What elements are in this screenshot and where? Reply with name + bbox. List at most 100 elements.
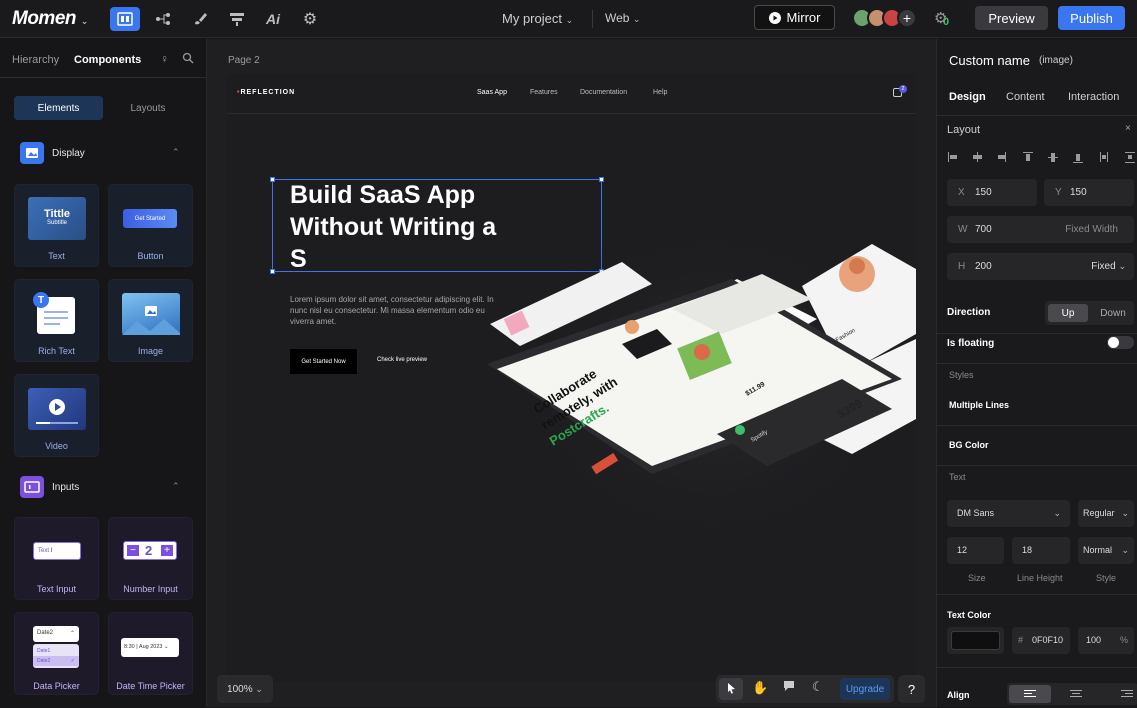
align-left-icon[interactable] bbox=[1009, 685, 1051, 703]
layout-icon[interactable] bbox=[110, 7, 140, 31]
card-label: Text bbox=[48, 251, 65, 261]
divider bbox=[592, 10, 593, 28]
gear-icon[interactable]: ⚙ bbox=[295, 7, 325, 31]
logo-chevron-icon: ⌄ bbox=[80, 16, 89, 26]
component-card-data-picker[interactable]: Date2 ⌃ Date1 Date2 ✓ Data Picker bbox=[14, 612, 99, 695]
collapse-chevron-icon[interactable]: ⌃ bbox=[172, 147, 180, 158]
tab-interaction[interactable]: Interaction bbox=[1068, 91, 1119, 103]
help-button[interactable]: ? bbox=[898, 675, 925, 703]
site-nav-documentation[interactable]: Documentation bbox=[580, 89, 627, 96]
comment-tool-icon[interactable] bbox=[782, 679, 796, 698]
direction-down-option[interactable]: Down bbox=[1093, 304, 1133, 322]
card-label: Date Time Picker bbox=[116, 681, 185, 691]
search-icon[interactable] bbox=[182, 52, 194, 67]
data-picker-options: Date1 Date2 ✓ bbox=[33, 644, 79, 668]
brush-icon[interactable] bbox=[185, 7, 215, 31]
color-swatch[interactable] bbox=[951, 631, 1000, 650]
dark-mode-icon[interactable]: ☾ bbox=[812, 679, 824, 695]
hierarchy-icon[interactable] bbox=[148, 7, 178, 31]
component-card-text[interactable]: Tittle Subtitle Text bbox=[14, 184, 99, 267]
inputs-section-icon bbox=[20, 476, 44, 498]
site-nav-help[interactable]: Help bbox=[653, 89, 667, 96]
bg-color-label[interactable]: BG Color bbox=[949, 440, 989, 450]
play-icon bbox=[768, 11, 781, 24]
hero-paragraph[interactable]: Lorem ipsum dolor sit amet, consectetur … bbox=[290, 294, 505, 327]
color-hex-field[interactable]: # 0F0F10 bbox=[1012, 627, 1070, 654]
divider bbox=[937, 333, 1137, 334]
height-field[interactable]: H 200 Fixed ⌄ bbox=[947, 253, 1134, 280]
style-label: Style bbox=[1096, 573, 1117, 583]
x-field[interactable]: X 150 bbox=[947, 179, 1037, 206]
divider bbox=[937, 363, 1137, 364]
opacity-field[interactable]: 100 % bbox=[1078, 627, 1134, 654]
styles-label: Styles bbox=[949, 370, 974, 380]
resize-handle[interactable] bbox=[270, 269, 275, 274]
video-preview bbox=[28, 388, 86, 430]
segment-layouts[interactable]: Layouts bbox=[110, 96, 186, 120]
hand-tool-icon[interactable]: ✋ bbox=[752, 680, 768, 696]
font-weight-select[interactable]: Regular ⌄ bbox=[1078, 500, 1134, 527]
site-navbar: •REFLECTION Saas App Features Documentat… bbox=[227, 74, 916, 114]
site-nav-saas[interactable]: Saas App bbox=[477, 89, 507, 96]
align-center-icon[interactable] bbox=[1055, 685, 1097, 708]
mirror-button[interactable]: Mirror bbox=[754, 5, 835, 30]
pointer-tool-icon[interactable] bbox=[719, 678, 743, 700]
component-card-date-time-picker[interactable]: 8:30 | Aug 2023 ⌄ Date Time Picker bbox=[108, 612, 193, 695]
mockup-illustration: Collaborate remotely, with Postcrafts. F… bbox=[487, 214, 916, 554]
component-card-button[interactable]: Get Started Button bbox=[108, 184, 193, 267]
y-field[interactable]: Y 150 bbox=[1044, 179, 1134, 206]
platform-selector[interactable]: Web ⌄ bbox=[605, 11, 640, 25]
components-icon[interactable] bbox=[222, 7, 252, 31]
color-swatch-field[interactable] bbox=[947, 627, 1004, 654]
alignment-icons[interactable] bbox=[947, 151, 1137, 163]
direction-up-option[interactable]: Up bbox=[1048, 304, 1088, 322]
element-name[interactable]: Custom name bbox=[949, 53, 1030, 68]
tab-components[interactable]: Components bbox=[74, 54, 141, 66]
card-label: Data Picker bbox=[33, 681, 80, 691]
preview-button[interactable]: Preview bbox=[975, 6, 1048, 30]
direction-toggle: Up Down bbox=[1045, 301, 1134, 325]
multiple-lines-label[interactable]: Multiple Lines bbox=[949, 400, 1009, 410]
component-card-video[interactable]: Video bbox=[14, 374, 99, 457]
component-card-rich-text[interactable]: T Rich Text bbox=[14, 279, 99, 362]
font-family-select[interactable]: DM Sans ⌄ bbox=[947, 500, 1070, 527]
momen-logo[interactable]: Momen ⌄ bbox=[12, 8, 88, 30]
collapse-chevron-icon[interactable]: ⌃ bbox=[172, 481, 180, 492]
divider bbox=[0, 77, 207, 78]
card-label: Video bbox=[45, 441, 68, 451]
component-card-number-input[interactable]: − 2 + Number Input bbox=[108, 517, 193, 600]
text-input-preview: Text I bbox=[33, 542, 81, 560]
line-height-label: Line Height bbox=[1017, 573, 1063, 583]
component-card-image[interactable]: Image bbox=[108, 279, 193, 362]
site-nav-features[interactable]: Features bbox=[530, 89, 558, 96]
tab-design[interactable]: Design bbox=[949, 91, 986, 103]
ai-icon[interactable]: Ai bbox=[258, 7, 288, 31]
get-started-button[interactable]: Get Started Now bbox=[290, 349, 357, 374]
tab-content[interactable]: Content bbox=[1006, 91, 1045, 103]
text-section-label: Text bbox=[949, 472, 966, 482]
project-selector[interactable]: My project ⌄ bbox=[502, 11, 573, 26]
page-frame[interactable]: •REFLECTION Saas App Features Documentat… bbox=[227, 74, 916, 682]
site-brand[interactable]: •REFLECTION bbox=[237, 89, 295, 96]
line-height-field[interactable]: 18 bbox=[1012, 537, 1070, 564]
segment-elements[interactable]: Elements bbox=[14, 96, 103, 120]
add-collaborator-icon[interactable]: + bbox=[897, 8, 917, 28]
publish-button[interactable]: Publish bbox=[1058, 6, 1125, 30]
tab-hierarchy[interactable]: Hierarchy bbox=[12, 54, 59, 66]
divider bbox=[937, 465, 1137, 466]
font-style-select[interactable]: Normal ⌄ bbox=[1078, 537, 1134, 564]
align-right-icon[interactable] bbox=[1101, 685, 1137, 708]
live-preview-link[interactable]: Check live preview bbox=[377, 357, 427, 363]
component-card-text-input[interactable]: Text I Text Input bbox=[14, 517, 99, 600]
lightbulb-icon[interactable]: ♀ bbox=[160, 52, 169, 66]
resize-handle[interactable] bbox=[270, 177, 275, 182]
date-time-preview: 8:30 | Aug 2023 ⌄ bbox=[121, 638, 179, 657]
font-size-field[interactable]: 12 bbox=[947, 537, 1004, 564]
divider bbox=[937, 425, 1137, 426]
floating-toggle[interactable] bbox=[1107, 336, 1134, 349]
text-color-label: Text Color bbox=[947, 610, 991, 620]
upgrade-button[interactable]: Upgrade bbox=[840, 678, 890, 700]
width-field[interactable]: W 700 Fixed Width bbox=[947, 216, 1134, 243]
zoom-selector[interactable]: 100% ⌄ bbox=[217, 675, 273, 703]
collapse-icon[interactable]: × bbox=[1125, 123, 1131, 134]
